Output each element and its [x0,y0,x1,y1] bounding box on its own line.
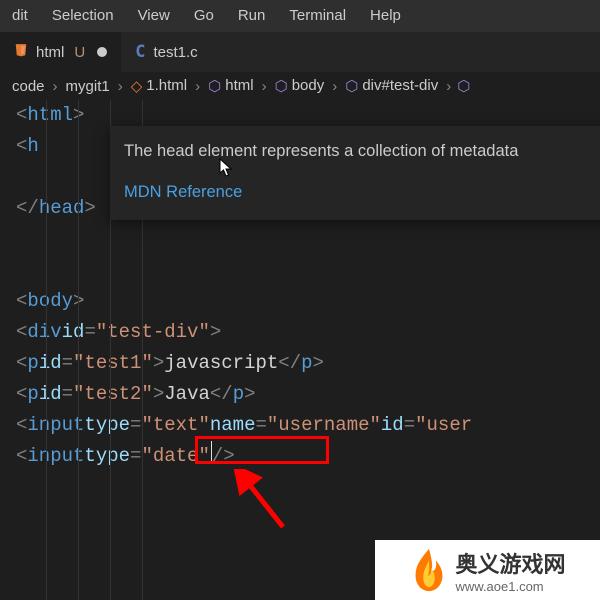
code-editor[interactable]: <html> <h </head> <body> <div id="test-d… [0,100,600,600]
c-file-icon: C [135,42,145,62]
code-line[interactable] [16,255,600,286]
watermark: 奥义游戏网 www.aoe1.com [375,540,600,600]
annotation-arrow-icon [231,469,301,539]
menu-item-go[interactable]: Go [182,0,226,32]
chevron-right-icon: › [193,78,202,95]
breadcrumb: code › mygit1 › ◇1.html › ⬡html › ⬡body … [0,72,600,100]
html-file-icon: ◇ [131,77,143,95]
crumb-code[interactable]: code [6,78,51,95]
crumb-body[interactable]: ⬡body [269,77,331,95]
watermark-title: 奥义游戏网 [455,547,565,579]
flame-icon [409,547,449,593]
menu-item-selection[interactable]: Selection [40,0,126,32]
code-line[interactable]: <body> [16,286,600,317]
menu-item-terminal[interactable]: Terminal [277,0,358,32]
chevron-right-icon: › [51,78,60,95]
menu-item-help[interactable]: Help [358,0,413,32]
watermark-url: www.aoe1.com [455,579,565,594]
tab-label: html [36,44,64,61]
html-file-icon [14,43,28,61]
crumb-file[interactable]: ◇1.html [125,77,193,95]
chevron-right-icon: › [116,78,125,95]
mouse-pointer-icon [219,158,235,178]
tab-label: test1.c [153,44,197,61]
tab-test1-c[interactable]: C test1.c [121,32,211,72]
symbol-icon: ⬡ [275,77,288,95]
code-line[interactable]: <p id="test1">javascript</p> [16,348,600,379]
hover-tooltip: The head element represents a collection… [110,126,600,220]
tooltip-text: The head element represents a collection… [124,136,600,167]
menu-bar: dit Selection View Go Run Terminal Help [0,0,600,32]
tab-dirty-dot-icon [97,47,107,57]
code-line[interactable] [16,224,600,255]
tab-bar: html U C test1.c [0,32,600,72]
code-line[interactable]: <p id="test2">Java</p> [16,379,600,410]
code-line[interactable]: <div id="test-div"> [16,317,600,348]
crumb-div[interactable]: ⬡div#test-div [339,77,444,95]
symbol-icon: ⬡ [345,77,358,95]
tab-modified-marker: U [74,44,85,61]
symbol-icon: ⬡ [453,77,470,95]
menu-item-view[interactable]: View [126,0,182,32]
mdn-reference-link[interactable]: MDN Reference [124,177,242,208]
crumb-mygit1[interactable]: mygit1 [60,78,116,95]
crumb-html[interactable]: ⬡html [202,77,259,95]
tab-html[interactable]: html U [0,32,121,72]
chevron-right-icon: › [444,78,453,95]
symbol-icon: ⬡ [208,77,221,95]
menu-item-run[interactable]: Run [226,0,278,32]
annotation-box [195,436,329,464]
chevron-right-icon: › [260,78,269,95]
chevron-right-icon: › [330,78,339,95]
menu-item-edit[interactable]: dit [0,0,40,32]
